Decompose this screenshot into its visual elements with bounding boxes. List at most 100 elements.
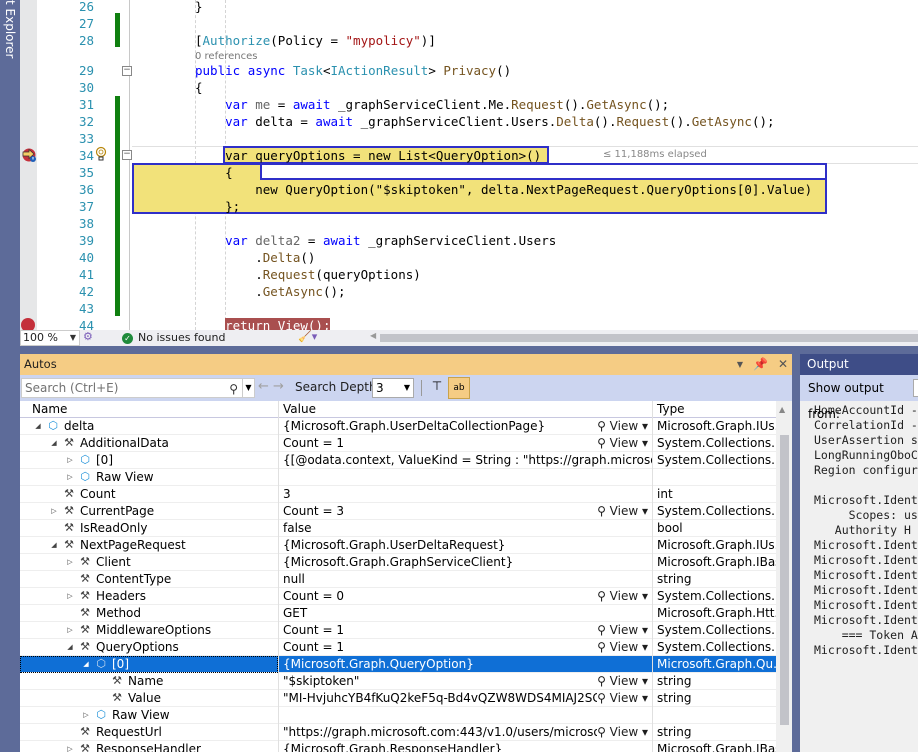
side-tab-solution-explorer[interactable]: t Explorer	[2, 0, 18, 58]
hexadecimal-display-toggle[interactable]: ab	[448, 377, 470, 399]
visualizer-view-button[interactable]: ⚲ View ▾	[597, 690, 648, 706]
value-cell[interactable]: Count = 0 ⚲ View ▾	[278, 588, 652, 605]
column-header-type[interactable]: Type	[652, 401, 776, 418]
code-line[interactable]: 30 {	[20, 79, 918, 96]
variable-row[interactable]: ⚒ Method GET Microsoft.Graph.Htt...	[20, 605, 792, 622]
close-icon[interactable]: ✕	[778, 354, 788, 375]
value-cell[interactable]: "MI-HvjuhcYB4fKuQ2keF5q-Bd4vQZW8WDS4MIAJ…	[278, 690, 652, 707]
variable-row[interactable]: ▷ ⚒ ResponseHandler {Microsoft.Graph.Respon…	[20, 741, 792, 752]
search-depth-combo[interactable]: 3 ▼	[372, 378, 414, 398]
code-text[interactable]: {	[195, 164, 233, 181]
code-text[interactable]: var queryOptions = new List<QueryOption>…	[195, 147, 541, 164]
expand-arrow-icon[interactable]: ▷	[66, 741, 74, 752]
visualizer-view-button[interactable]: ⚲ View ▾	[597, 588, 648, 604]
search-input[interactable]: Search (Ctrl+E) ⚲	[21, 378, 243, 398]
output-text[interactable]: HomeAccountId - CorrelationId - UserAsse…	[800, 401, 918, 658]
scroll-up-icon[interactable]: ▲	[779, 405, 785, 414]
value-cell[interactable]: Count = 1 ⚲ View ▾	[278, 435, 652, 452]
code-text[interactable]: public async Task<IActionResult> Privacy…	[195, 62, 511, 79]
value-cell[interactable]: {Microsoft.Graph.UserDeltaCollectionPage…	[278, 418, 652, 435]
collapse-arrow-icon[interactable]: ◢	[82, 656, 90, 672]
codelens-references[interactable]: 0 references	[195, 50, 258, 63]
code-line[interactable]: 39 var delta2 = await _graphServiceClien…	[20, 232, 918, 249]
code-line[interactable]: 27	[20, 15, 918, 32]
value-cell[interactable]: {Microsoft.Graph.UserDeltaRequest}	[278, 537, 652, 554]
variable-row[interactable]: ⚒ Value "MI-HvjuhcYB4fKuQ2keF5q-Bd4vQZW8WD…	[20, 690, 792, 707]
value-cell[interactable]	[278, 707, 652, 724]
code-cleanup-icon[interactable]: 🧹▾	[298, 330, 317, 343]
visualizer-view-button[interactable]: ⚲ View ▾	[597, 673, 648, 689]
variable-row[interactable]: ◢ ⚒ QueryOptions Count = 1 ⚲ View ▾ System.Co…	[20, 639, 792, 656]
expand-arrow-icon[interactable]: ▷	[66, 469, 74, 485]
value-cell[interactable]: 3	[278, 486, 652, 503]
column-header-name[interactable]: Name	[28, 401, 278, 418]
value-cell[interactable]: null	[278, 571, 652, 588]
code-text[interactable]: };	[195, 198, 240, 215]
code-line[interactable]: 29 public async Task<IActionResult> Priva…	[20, 62, 918, 79]
visualizer-view-button[interactable]: ⚲ View ▾	[597, 622, 648, 638]
value-cell[interactable]: {Microsoft.Graph.GraphServiceClient}	[278, 554, 652, 571]
code-text[interactable]: .GetAsync();	[195, 283, 345, 300]
value-cell[interactable]: false	[278, 520, 652, 537]
scrollbar-thumb[interactable]	[780, 435, 789, 725]
visualizer-view-button[interactable]: ⚲ View ▾	[597, 435, 648, 451]
code-line[interactable]: 35 {	[20, 164, 918, 181]
code-text[interactable]: {	[195, 79, 203, 96]
breakpoint-icon[interactable]	[21, 318, 35, 330]
collapse-arrow-icon[interactable]: ◢	[50, 435, 58, 451]
collapse-toggle[interactable]: −	[122, 150, 132, 160]
perf-tip[interactable]: ≤ 11,188ms elapsed	[603, 149, 707, 160]
value-cell[interactable]: {Microsoft.Graph.QueryOption}	[278, 656, 652, 673]
vertical-scrollbar[interactable]: ▲	[776, 401, 792, 752]
visualizer-view-button[interactable]: ⚲ View ▾	[597, 639, 648, 655]
breakpoint-current-statement-icon[interactable]	[22, 148, 36, 162]
code-text[interactable]: var delta2 = await _graphServiceClient.U…	[195, 232, 556, 249]
output-title-bar[interactable]: Output	[800, 354, 918, 375]
variable-row[interactable]: ◢ ⬡ [0] {Microsoft.Graph.QueryOption} Micros…	[20, 656, 792, 673]
code-text[interactable]: new QueryOption("$skiptoken", delta.Next…	[195, 181, 812, 198]
column-header-value[interactable]: Value	[278, 401, 652, 418]
value-cell[interactable]	[278, 469, 652, 486]
collapse-arrow-icon[interactable]: ◢	[50, 537, 58, 553]
visualizer-view-button[interactable]: ⚲ View ▾	[597, 724, 648, 740]
value-cell[interactable]: {Microsoft.Graph.ResponseHandler}	[278, 741, 652, 752]
code-line[interactable]: 28 [Authorize(Policy = "mypolicy")]	[20, 32, 918, 49]
code-text[interactable]: var me = await _graphServiceClient.Me.Re…	[195, 96, 669, 113]
variable-row[interactable]: ⚒ ContentType null string	[20, 571, 792, 588]
code-text[interactable]: .Request(queryOptions)	[195, 266, 421, 283]
collapse-arrow-icon[interactable]: ◢	[66, 639, 74, 655]
search-back-arrow-icon[interactable]: ←	[258, 379, 269, 394]
code-line[interactable]: 37 };	[20, 198, 918, 215]
code-text[interactable]: .Delta()	[195, 249, 315, 266]
code-line[interactable]: 44 return View();	[20, 317, 918, 330]
intellicode-icon[interactable]: ⚙	[83, 330, 93, 343]
value-cell[interactable]: GET	[278, 605, 652, 622]
search-forward-arrow-icon[interactable]: →	[273, 379, 284, 394]
value-cell[interactable]: "$skiptoken" ⚲ View ▾	[278, 673, 652, 690]
code-text[interactable]: return View();	[195, 317, 331, 330]
expand-arrow-icon[interactable]: ▷	[66, 622, 74, 638]
pin-icon[interactable]: 📌	[753, 354, 768, 375]
code-line[interactable]: 36 new QueryOption("$skiptoken", delta.N…	[20, 181, 918, 198]
code-editor[interactable]: 26} 27 28 [Authorize(Policy = "mypolicy")] 2…	[20, 0, 918, 330]
lightbulb-icon[interactable]	[95, 146, 107, 162]
expand-arrow-icon[interactable]: ▷	[66, 452, 74, 468]
variable-row[interactable]: ▷ ⚒ CurrentPage Count = 3 ⚲ View ▾ System.Col…	[20, 503, 792, 520]
variable-row[interactable]: ▷ ⚒ MiddlewareOptions Count = 1 ⚲ View ▾ Syst…	[20, 622, 792, 639]
horizontal-scrollbar[interactable]	[380, 334, 918, 342]
window-position-dropdown-icon[interactable]: ▼	[737, 354, 743, 375]
code-text[interactable]: var delta = await _graphServiceClient.Us…	[195, 113, 774, 130]
expand-arrow-icon[interactable]: ▷	[82, 707, 90, 723]
variable-row[interactable]: ▷ ⬡ [0] {[@odata.context, ValueKind = Strin…	[20, 452, 792, 469]
value-cell[interactable]: Count = 3 ⚲ View ▾	[278, 503, 652, 520]
pin-to-source-icon[interactable]: ⊤	[428, 379, 446, 397]
issues-indicator[interactable]: ✓ No issues found	[122, 331, 225, 345]
code-line[interactable]: 32 var delta = await _graphServiceClient…	[20, 113, 918, 130]
code-line[interactable]: 33	[20, 130, 918, 147]
output-source-combo[interactable]	[913, 379, 918, 397]
value-cell[interactable]: Count = 1 ⚲ View ▾	[278, 639, 652, 656]
variable-row[interactable]: ▷ ⬡ Raw View	[20, 707, 792, 724]
autos-title-bar[interactable]: Autos ▼ 📌 ✕	[20, 354, 792, 375]
code-line[interactable]: 41 .Request(queryOptions)	[20, 266, 918, 283]
code-line[interactable]: 34 var queryOptions = new List<QueryOpti…	[20, 147, 918, 164]
